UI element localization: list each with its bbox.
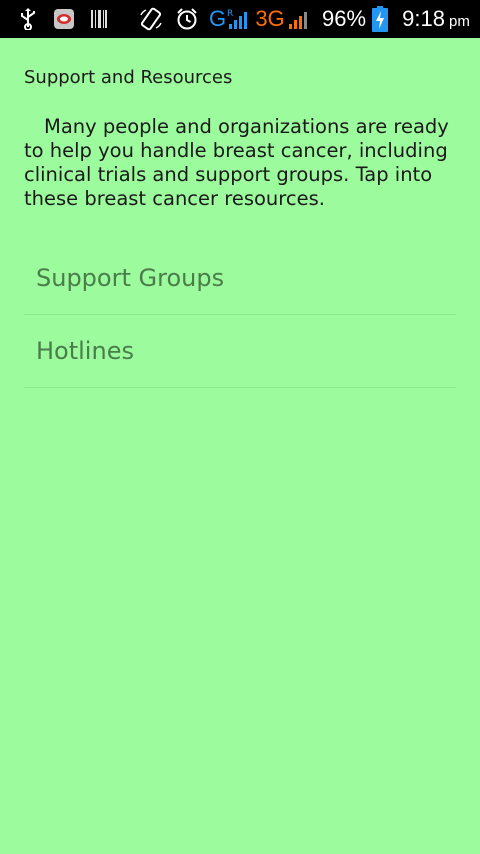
usb-icon: [16, 0, 40, 38]
clock-time: 9:18: [402, 6, 445, 31]
resource-list: Support Groups Hotlines: [24, 242, 456, 388]
network-3g-label: 3G: [255, 6, 285, 31]
barcode-icon: [88, 0, 110, 38]
list-item-support-groups[interactable]: Support Groups: [24, 242, 456, 315]
signal-icon: G R: [206, 0, 250, 38]
clock: 9:18 pm: [396, 0, 476, 38]
screen-rotate-icon: [138, 0, 164, 38]
signal-3g-icon: 3G: [252, 0, 312, 38]
intro-paragraph: Many people and organizations are ready …: [24, 115, 456, 211]
alarm-icon: [174, 0, 200, 38]
intro-text: Many people and organizations are ready …: [24, 115, 449, 210]
roaming-label: R: [227, 9, 233, 19]
battery-charging-icon: [370, 0, 390, 38]
clock-ampm: pm: [448, 12, 470, 30]
main-content: Support and Resources Many people and or…: [24, 38, 456, 388]
list-item-hotlines[interactable]: Hotlines: [24, 315, 456, 388]
list-item-label: Hotlines: [36, 337, 134, 365]
list-item-label: Support Groups: [36, 264, 225, 292]
status-bar: G R 3G 96% 9:18 pm: [0, 0, 480, 38]
page-title: Support and Resources: [24, 67, 233, 88]
app-notification-icon: [52, 0, 76, 38]
network-type-label: G: [208, 6, 227, 31]
battery-percent: 96%: [321, 6, 367, 31]
